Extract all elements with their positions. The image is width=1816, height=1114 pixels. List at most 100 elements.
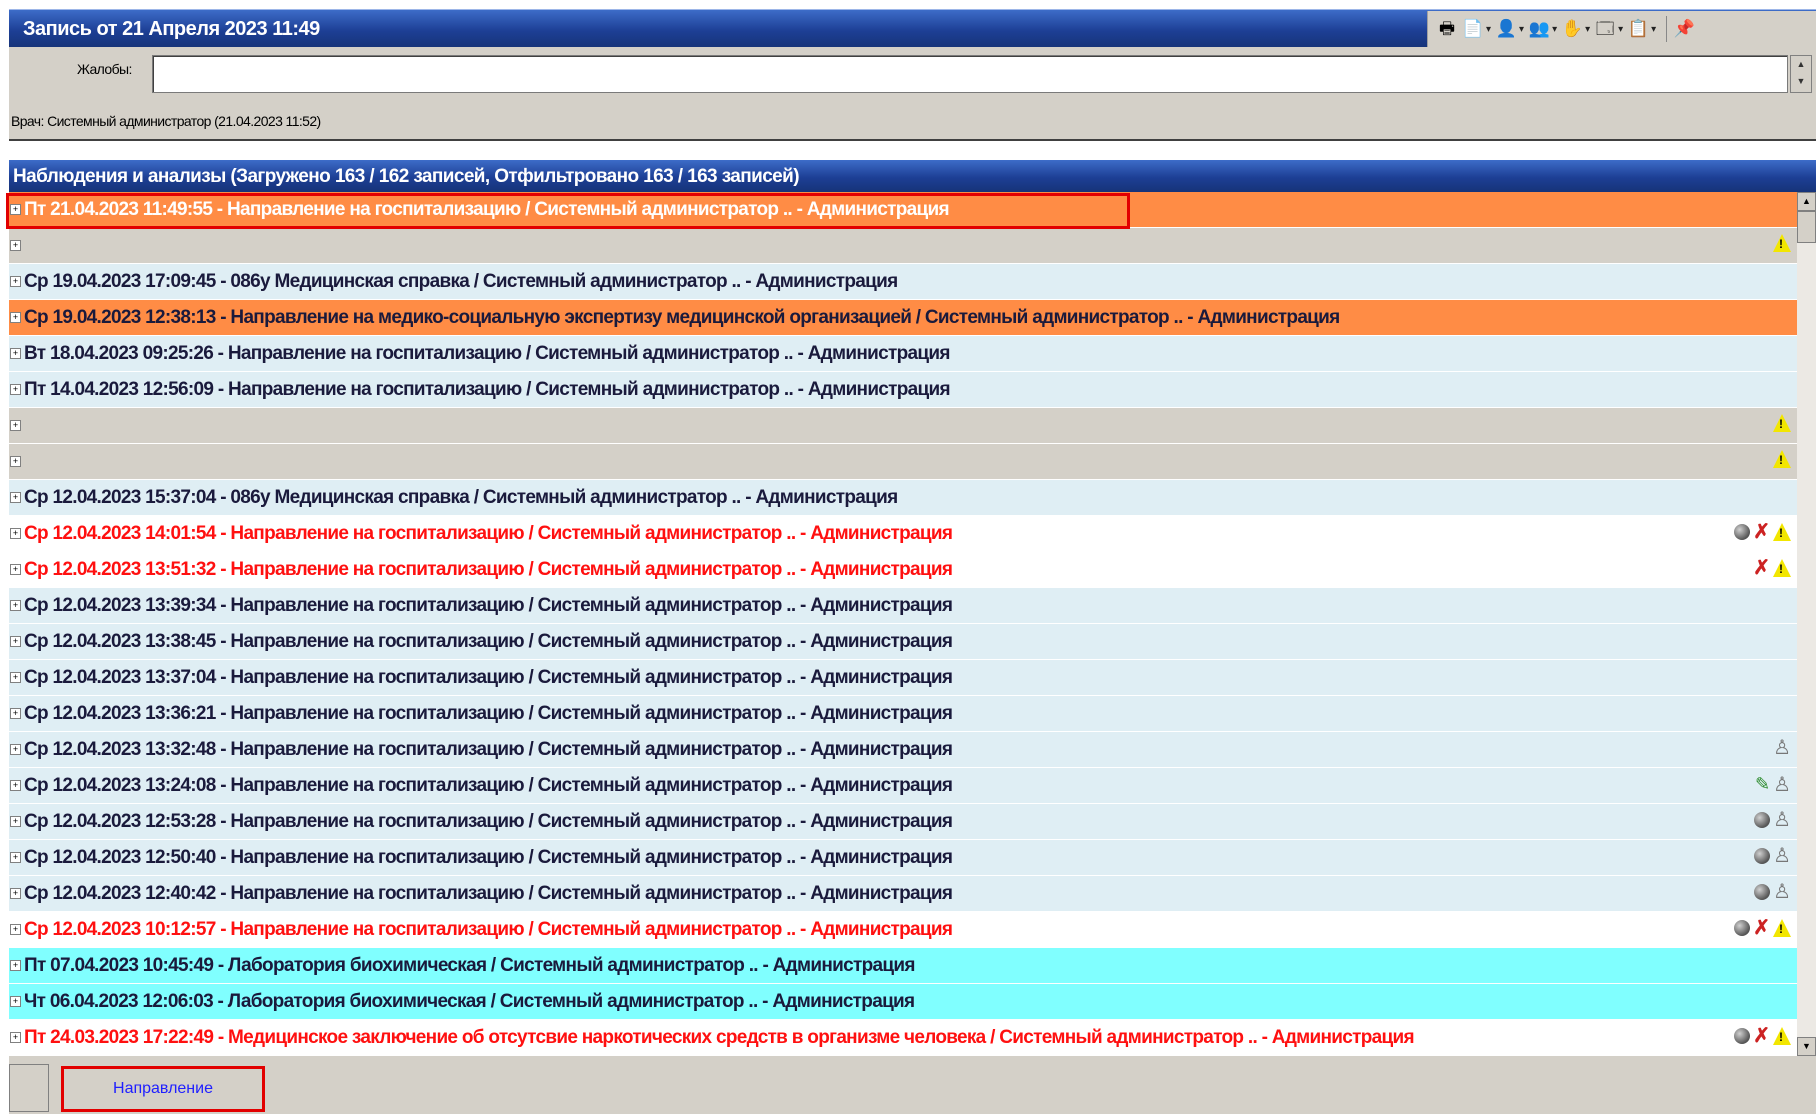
pin-button[interactable]: 📌 [1673, 14, 1695, 44]
title-bar: Запись от 21 Апреля 2023 11:49 🖶 📄 ▾ 👤 ▾ 👥 ▾ ✋ ▾… [9, 9, 1816, 48]
list-item[interactable]: + Ср 12.04.2023 13:24:08 - Направление на… [9, 768, 1797, 804]
expand-icon[interactable]: + [10, 780, 21, 791]
person-icon: ♙ [1773, 809, 1791, 831]
doctors-button[interactable]: 👥 ▾ [1528, 14, 1557, 44]
print-button[interactable]: 🖶 [1436, 14, 1458, 44]
expand-icon[interactable]: + [10, 348, 21, 359]
list-item[interactable]: + [9, 228, 1797, 264]
list-item[interactable]: + Ср 19.04.2023 12:38:13 - Направление на… [9, 300, 1797, 336]
list-item[interactable]: + Вт 18.04.2023 09:25:26 - Направление на… [9, 336, 1797, 372]
list-item[interactable]: + Ср 12.04.2023 14:01:54 - Направление на… [9, 516, 1797, 552]
list-item[interactable]: + Ср 12.04.2023 13:37:04 - Направление на… [9, 660, 1797, 696]
list-item[interactable]: + Ср 12.04.2023 13:36:21 - Направление на… [9, 696, 1797, 732]
scroll-down-icon[interactable]: ▼ [1791, 73, 1811, 90]
list-item[interactable]: + Ср 12.04.2023 13:38:45 - Направление на… [9, 624, 1797, 660]
document-button[interactable]: 📄 ▾ [1462, 14, 1491, 44]
expand-icon[interactable]: + [10, 600, 21, 611]
expand-icon[interactable]: + [10, 240, 21, 251]
doctors-icon: 👥 [1528, 19, 1550, 38]
list-item[interactable]: + Ср 12.04.2023 12:40:42 - Направление на… [9, 876, 1797, 912]
list-item-text: Ср 12.04.2023 13:37:04 - Направление на … [24, 666, 953, 688]
list-item-text: Ср 12.04.2023 12:53:28 - Направление на … [24, 810, 953, 832]
expand-icon[interactable]: + [10, 816, 21, 827]
dropdown-arrow-icon[interactable]: ▾ [1585, 24, 1590, 35]
window-button[interactable]: 🗔 ▾ [1594, 14, 1623, 44]
warning-icon [1773, 919, 1791, 937]
expand-icon[interactable]: + [10, 564, 21, 575]
scroll-down-button[interactable]: ▼ [1797, 1037, 1816, 1056]
complaints-row: Жалобы: ▲ ▼ [9, 47, 1816, 101]
expand-icon[interactable]: + [10, 492, 21, 503]
list-item[interactable]: + Пт 24.03.2023 17:22:49 - Медицинское за… [9, 1020, 1797, 1056]
document-icon: 📄 [1462, 19, 1484, 38]
expand-icon[interactable]: + [10, 636, 21, 647]
expand-icon[interactable]: + [10, 996, 21, 1007]
globe-icon [1754, 884, 1771, 900]
row-status-icons: ♙ [1754, 810, 1791, 830]
expand-icon[interactable]: + [10, 924, 21, 935]
list-item[interactable]: + Ср 12.04.2023 10:12:57 - Направление на… [9, 912, 1797, 948]
row-status-icons: ✎ ♙ [1755, 774, 1791, 795]
expand-icon[interactable]: + [10, 528, 21, 539]
expand-icon[interactable]: + [10, 276, 21, 287]
warning-icon [1773, 559, 1791, 577]
window-title: Запись от 21 Апреля 2023 11:49 [23, 18, 320, 40]
dropdown-arrow-icon[interactable]: ▾ [1552, 24, 1557, 35]
scroll-up-button[interactable]: ▲ [1797, 192, 1816, 211]
list-item[interactable]: + Ср 12.04.2023 12:53:28 - Направление на… [9, 804, 1797, 840]
row-status-icons [1773, 414, 1791, 432]
expand-icon[interactable]: + [10, 312, 21, 323]
window-icon: 🗔 [1595, 19, 1615, 38]
list-item[interactable]: + Ср 12.04.2023 13:39:34 - Направление на… [9, 588, 1797, 624]
list-item[interactable]: + Ср 19.04.2023 17:09:45 - 086у Медицинск… [9, 264, 1797, 300]
expand-icon[interactable]: + [10, 852, 21, 863]
observations-header: Наблюдения и анализы (Загружено 163 / 16… [9, 160, 1816, 192]
warning-icon [1773, 450, 1791, 468]
expand-icon[interactable]: + [10, 1032, 21, 1043]
expand-icon[interactable]: + [10, 744, 21, 755]
list-item-text: Ср 12.04.2023 15:37:04 - 086у Медицинска… [24, 486, 898, 508]
expand-icon[interactable]: + [10, 420, 21, 431]
list-item[interactable]: + Пт 21.04.2023 11:49:55 - Направление на… [9, 192, 1797, 228]
scroll-up-icon[interactable]: ▲ [1791, 56, 1811, 73]
expand-icon[interactable]: + [10, 960, 21, 971]
list-item[interactable]: + Ср 12.04.2023 12:50:40 - Направление на… [9, 840, 1797, 876]
expand-icon[interactable]: + [10, 888, 21, 899]
list-item[interactable]: + Пт 07.04.2023 10:45:49 - Лаборатория би… [9, 948, 1797, 984]
list-item[interactable]: + Ср 12.04.2023 15:37:04 - 086у Медицинск… [9, 480, 1797, 516]
list-item[interactable]: + [9, 444, 1797, 480]
expand-icon[interactable]: + [10, 456, 21, 467]
row-status-icons [1773, 234, 1791, 252]
expand-icon[interactable]: + [10, 204, 21, 215]
list-item[interactable]: + [9, 408, 1797, 444]
copy-button[interactable]: 📋 ▾ [1627, 14, 1657, 44]
tab-napravlenie[interactable]: Направление [61, 1066, 265, 1112]
globe-icon [1754, 848, 1771, 864]
list-item-text: Пт 07.04.2023 10:45:49 - Лаборатория био… [24, 954, 915, 976]
expand-icon[interactable]: + [10, 672, 21, 683]
list-item[interactable]: + Ср 12.04.2023 13:32:48 - Направление на… [9, 732, 1797, 768]
dropdown-arrow-icon[interactable]: ▾ [1519, 24, 1524, 35]
list-item[interactable]: + Ср 12.04.2023 13:51:32 - Направление на… [9, 552, 1797, 588]
doctor-button[interactable]: 👤 ▾ [1495, 14, 1524, 44]
list-item-text: Ср 19.04.2023 12:38:13 - Направление на … [24, 306, 1340, 328]
expand-icon[interactable]: + [10, 384, 21, 395]
complaints-label: Жалобы: [77, 61, 132, 77]
person-icon: ♙ [1773, 737, 1791, 759]
expand-icon[interactable]: + [10, 708, 21, 719]
dropdown-arrow-icon[interactable]: ▾ [1651, 24, 1656, 35]
person-cancel-icon: ✗ [1753, 521, 1770, 543]
globe-icon [1734, 524, 1751, 540]
complaints-input[interactable] [152, 55, 1788, 93]
hand-button[interactable]: ✋ ▾ [1561, 14, 1591, 44]
list-scrollbar[interactable]: ▲ ▼ [1797, 192, 1816, 1056]
list-item-text: Ср 19.04.2023 17:09:45 - 086у Медицинска… [24, 270, 898, 292]
dropdown-arrow-icon[interactable]: ▾ [1618, 24, 1623, 35]
list-item[interactable]: + Чт 06.04.2023 12:06:03 - Лаборатория би… [9, 984, 1797, 1020]
dropdown-arrow-icon[interactable]: ▾ [1486, 24, 1491, 35]
list-item-text: Ср 12.04.2023 13:36:21 - Направление на … [24, 702, 953, 724]
list-item[interactable]: + Пт 14.04.2023 12:56:09 - Направление на… [9, 372, 1797, 408]
complaints-scroll[interactable]: ▲ ▼ [1790, 55, 1812, 93]
person-cancel-icon: ✗ [1753, 557, 1770, 579]
scroll-thumb[interactable] [1797, 211, 1816, 243]
